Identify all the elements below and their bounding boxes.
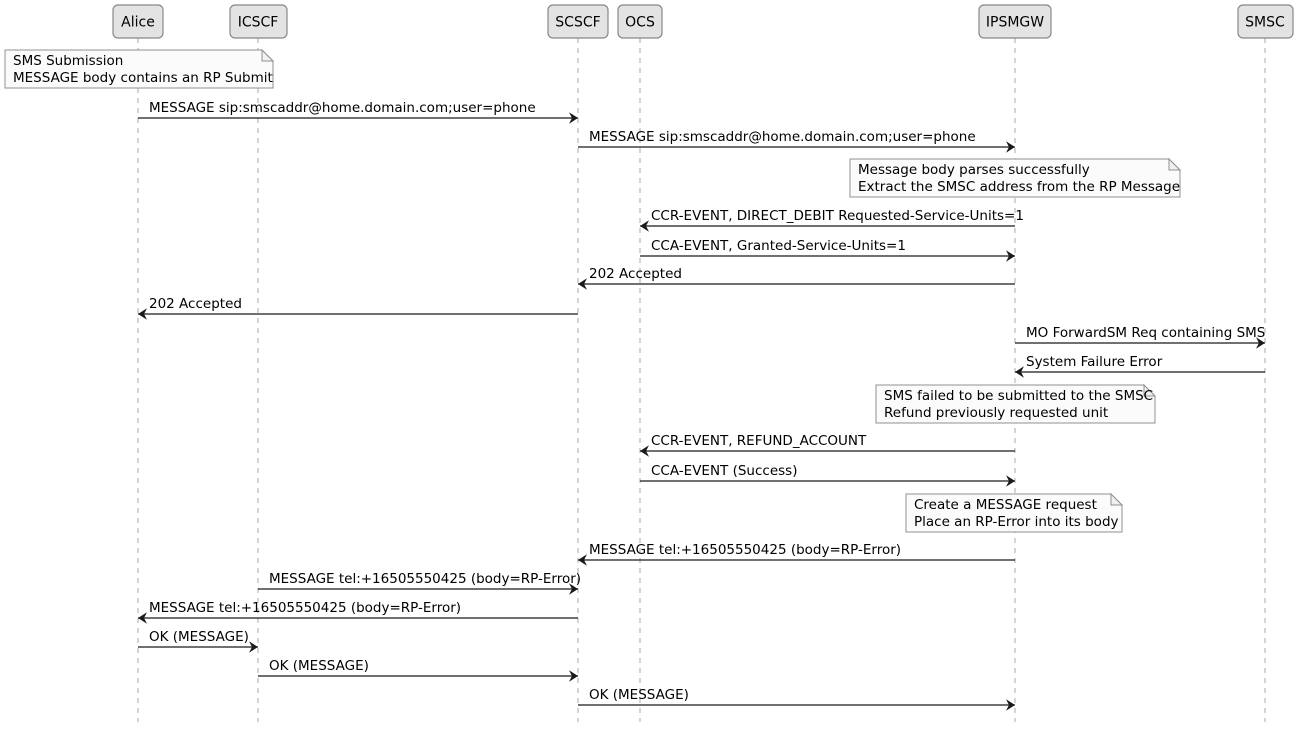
message-m12[interactable]: MESSAGE tel:+16505550425 (body=RP-Error) xyxy=(258,571,581,595)
message-label-m14: OK (MESSAGE) xyxy=(149,629,249,645)
message-label-m9: CCR-EVENT, REFUND_ACCOUNT xyxy=(651,433,867,449)
message-m4[interactable]: CCA-EVENT, Granted-Service-Units=1 xyxy=(640,238,1015,262)
participant-label-alice: Alice xyxy=(121,15,155,31)
message-m7[interactable]: MO ForwardSM Req containing SMS xyxy=(1015,325,1265,349)
message-label-m2: MESSAGE sip:smscaddr@home.domain.com;use… xyxy=(589,129,976,145)
note-create-message-line: Place an RP-Error into its body xyxy=(914,514,1119,530)
message-label-m12: MESSAGE tel:+16505550425 (body=RP-Error) xyxy=(269,571,581,587)
message-m1[interactable]: MESSAGE sip:smscaddr@home.domain.com;use… xyxy=(138,100,578,124)
participant-label-scscf: SCSCF xyxy=(555,15,600,31)
participant-ocs[interactable]: OCS xyxy=(617,4,663,39)
message-label-m8: System Failure Error xyxy=(1026,354,1163,370)
message-label-m11: MESSAGE tel:+16505550425 (body=RP-Error) xyxy=(589,542,901,558)
note-create-message-fold-corner xyxy=(1110,492,1124,506)
participant-label-ocs: OCS xyxy=(625,15,655,31)
participant-label-ipsmgw: IPSMGW xyxy=(986,15,1044,31)
message-label-m13: MESSAGE tel:+16505550425 (body=RP-Error) xyxy=(149,600,461,616)
message-m8[interactable]: System Failure Error xyxy=(1015,354,1265,378)
message-m10[interactable]: CCA-EVENT (Success) xyxy=(640,463,1015,487)
participant-scscf[interactable]: SCSCF xyxy=(547,4,609,39)
message-label-m5: 202 Accepted xyxy=(589,266,682,282)
participant-icscf[interactable]: ICSCF xyxy=(229,4,288,39)
participants-group: Alice ICSCF SCSCF OCS IPSMGW SMSC xyxy=(112,4,1294,39)
message-m15[interactable]: OK (MESSAGE) xyxy=(258,658,578,682)
message-label-m1: MESSAGE sip:smscaddr@home.domain.com;use… xyxy=(149,100,536,116)
message-label-m6: 202 Accepted xyxy=(149,296,242,312)
participant-smsc[interactable]: SMSC xyxy=(1237,4,1294,39)
note-sms-failed: SMS failed to be submitted to the SMSCRe… xyxy=(875,383,1157,424)
diagram-canvas: MESSAGE sip:smscaddr@home.domain.com;use… xyxy=(4,4,1294,722)
message-m14[interactable]: OK (MESSAGE) xyxy=(138,629,258,653)
note-message-parses: Message body parses successfullyExtract … xyxy=(849,157,1182,198)
message-m2[interactable]: MESSAGE sip:smscaddr@home.domain.com;use… xyxy=(578,129,1015,153)
message-m6[interactable]: 202 Accepted xyxy=(138,296,578,320)
note-sms-failed-line: SMS failed to be submitted to the SMSC xyxy=(884,388,1153,404)
note-create-message-line: Create a MESSAGE request xyxy=(914,497,1097,513)
note-sms-failed-line: Refund previously requested unit xyxy=(884,405,1108,421)
note-sms-submission-fold-corner xyxy=(261,48,275,62)
note-message-parses-fold-corner xyxy=(1168,157,1182,171)
message-label-m4: CCA-EVENT, Granted-Service-Units=1 xyxy=(651,238,906,254)
note-message-parses-line: Extract the SMSC address from the RP Mes… xyxy=(858,179,1180,195)
note-message-parses-line: Message body parses successfully xyxy=(858,162,1090,178)
message-m9[interactable]: CCR-EVENT, REFUND_ACCOUNT xyxy=(640,433,1015,457)
participant-label-smsc: SMSC xyxy=(1245,15,1285,31)
message-label-m16: OK (MESSAGE) xyxy=(589,687,689,703)
participant-label-icscf: ICSCF xyxy=(238,15,279,31)
message-label-m15: OK (MESSAGE) xyxy=(269,658,369,674)
message-label-m7: MO ForwardSM Req containing SMS xyxy=(1026,325,1265,341)
participant-ipsmgw[interactable]: IPSMGW xyxy=(978,4,1052,39)
message-m5[interactable]: 202 Accepted xyxy=(578,266,1015,290)
note-create-message: Create a MESSAGE requestPlace an RP-Erro… xyxy=(905,492,1124,533)
note-sms-submission: SMS SubmissionMESSAGE body contains an R… xyxy=(4,48,275,89)
participant-alice[interactable]: Alice xyxy=(112,4,164,39)
note-sms-submission-line: MESSAGE body contains an RP Submit xyxy=(13,70,273,86)
sequence-diagram: MESSAGE sip:smscaddr@home.domain.com;use… xyxy=(0,0,1297,729)
message-m11[interactable]: MESSAGE tel:+16505550425 (body=RP-Error) xyxy=(578,542,1015,566)
message-m3[interactable]: CCR-EVENT, DIRECT_DEBIT Requested-Servic… xyxy=(640,208,1024,232)
message-label-m10: CCA-EVENT (Success) xyxy=(651,463,797,479)
note-sms-submission-line: SMS Submission xyxy=(13,53,123,69)
message-label-m3: CCR-EVENT, DIRECT_DEBIT Requested-Servic… xyxy=(651,208,1024,224)
notes-group: SMS SubmissionMESSAGE body contains an R… xyxy=(4,48,1182,533)
message-m16[interactable]: OK (MESSAGE) xyxy=(578,687,1015,711)
message-m13[interactable]: MESSAGE tel:+16505550425 (body=RP-Error) xyxy=(138,600,578,624)
